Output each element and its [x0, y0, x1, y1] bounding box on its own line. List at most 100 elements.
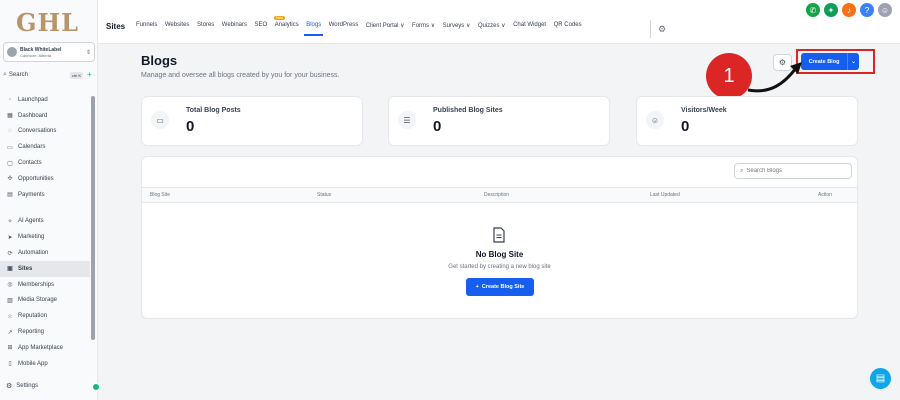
tab-forms[interactable]: Forms ∨	[412, 22, 435, 29]
column-header-last-updated[interactable]: Last Updated	[650, 192, 680, 198]
sidebar-item-ai-agents[interactable]: ✧ AI Agents	[0, 214, 90, 230]
search-blogs-input[interactable]	[746, 168, 837, 174]
tab-client-portal[interactable]: Client Portal ∨	[366, 22, 405, 29]
sidebar-item-reputation[interactable]: ☆ Reputation	[0, 308, 90, 324]
sidebar-item-media-storage[interactable]: ▨ Media Storage	[0, 293, 90, 309]
stat-card-visitors: ☺ Visitors/Week 0	[636, 96, 858, 146]
stat-label: Visitors/Week	[681, 107, 727, 114]
sidebar-item-marketing[interactable]: ➤ Marketing	[0, 229, 90, 245]
create-blog-site-label: Create Blog Site	[481, 284, 525, 290]
search-blogs-field[interactable]: ⌕	[734, 163, 852, 179]
reputation-icon: ☆	[7, 313, 13, 320]
stat-value: 0	[433, 118, 442, 135]
tab-blogs[interactable]: Blogs	[304, 22, 324, 36]
plus-icon: +	[475, 284, 479, 290]
marketing-icon: ➤	[7, 234, 13, 241]
page-subtitle: Manage and oversee all blogs created by …	[141, 72, 340, 79]
tab-wordpress[interactable]: WordPress	[329, 22, 359, 29]
memberships-icon: ◎	[7, 282, 13, 289]
chevron-down-icon[interactable]: ⌄	[847, 53, 859, 70]
tabs-settings-gear-icon[interactable]: ⚙	[658, 24, 668, 34]
empty-state-subtitle: Get started by creating a new blog site	[448, 264, 551, 270]
reporting-icon: ↗	[7, 329, 13, 336]
stat-value: 0	[186, 118, 195, 135]
bell-icon[interactable]: ♪	[842, 3, 856, 17]
column-header-description[interactable]: Description	[484, 192, 509, 198]
section-title: Sites	[106, 22, 126, 31]
sidebar-item-launchpad[interactable]: ◦ Launchpad	[0, 92, 90, 108]
account-location: Canmore, Alberta	[20, 52, 52, 58]
brand-logo[interactable]: GHL	[16, 8, 79, 37]
new-badge: New	[274, 16, 286, 20]
tab-webinars[interactable]: Webinars	[222, 22, 247, 29]
document-icon	[493, 227, 505, 243]
column-header-status[interactable]: Status	[317, 192, 331, 198]
chat-icon: ◌	[8, 128, 12, 135]
create-blog-site-button[interactable]: + Create Blog Site	[466, 278, 534, 296]
search-icon: ⌕	[3, 71, 7, 78]
sidebar-item-automation[interactable]: ⟳ Automation	[0, 245, 90, 261]
sidebar-nav: ◦ Launchpad ▦ Dashboard ◌ Conversations ▭ Ca…	[0, 92, 90, 372]
tab-funnels[interactable]: Funnels	[136, 22, 157, 29]
sidebar-item-calendars[interactable]: ▭ Calendars	[0, 139, 90, 155]
rocket-icon: ◦	[8, 96, 12, 103]
sidebar-item-reporting[interactable]: ↗ Reporting	[0, 324, 90, 340]
status-indicator	[92, 383, 100, 391]
tab-seo[interactable]: SEO	[255, 22, 268, 29]
phone-icon[interactable]: ✆	[806, 3, 820, 17]
tab-stores[interactable]: Stores	[197, 22, 214, 29]
sidebar-item-opportunities[interactable]: ✣ Opportunities	[0, 171, 90, 187]
automation-icon: ⟳	[7, 250, 13, 257]
list-icon: ☰	[398, 111, 416, 129]
chat-support-icon[interactable]: ▤	[870, 368, 891, 389]
tab-analytics[interactable]: Analytics	[275, 22, 299, 29]
sidebar-item-conversations[interactable]: ◌ Conversations	[0, 124, 90, 140]
stat-card-total-posts: ▭ Total Blog Posts 0	[141, 96, 363, 146]
sidebar-item-memberships[interactable]: ◎ Memberships	[0, 277, 90, 293]
sites-icon: ▣	[7, 266, 13, 273]
megaphone-icon[interactable]: ✦	[824, 3, 838, 17]
create-blog-button[interactable]: Create Blog ⌄	[801, 53, 859, 70]
column-header-blog-site[interactable]: Blog Site	[150, 192, 170, 198]
blog-sites-table: ⌕ Blog Site Status Description Last Upda…	[141, 156, 858, 319]
sidebar-item-app-marketplace[interactable]: ⊞ App Marketplace	[0, 340, 90, 356]
payments-icon: ▤	[7, 192, 13, 199]
table-header: Blog Site Status Description Last Update…	[142, 187, 857, 203]
tab-chat-widget[interactable]: Chat Widget	[513, 22, 546, 29]
search-icon: ⌕	[740, 167, 744, 174]
sidebar-scrollbar[interactable]	[91, 96, 95, 340]
empty-state-title: No Blog Site	[475, 250, 524, 259]
sidebar-item-contacts[interactable]: ▢ Contacts	[0, 155, 90, 171]
search-shortcut: ctrl K	[69, 71, 83, 79]
stat-value: 0	[681, 118, 690, 135]
tab-quizzes[interactable]: Quizzes ∨	[478, 22, 506, 29]
calendar-icon: ▭	[151, 111, 169, 129]
contacts-icon: ▢	[7, 160, 13, 167]
sidebar-item-mobile-app[interactable]: ▯ Mobile App	[0, 356, 90, 372]
tab-websites[interactable]: Websites	[165, 22, 190, 29]
sidebar-item-dashboard[interactable]: ▦ Dashboard	[0, 108, 90, 124]
tab-surveys[interactable]: Surveys ∨	[443, 22, 471, 29]
users-icon: ☺	[646, 111, 664, 129]
sidebar-search[interactable]: ⌕ Search ctrl K +	[3, 69, 95, 81]
create-blog-label: Create Blog	[808, 58, 840, 65]
gear-icon: ⚙	[6, 383, 13, 390]
sidebar: GHL Black WhiteLabel Canmore, Alberta ⇕ …	[0, 0, 100, 400]
sidebar-search-label: Search	[8, 72, 28, 78]
account-icon	[7, 47, 17, 57]
header-actions: ✆ ✦ ♪ ? ☺	[806, 3, 892, 17]
top-nav-bar: Sites Funnels Websites Stores Webinars S…	[98, 0, 900, 44]
tab-qr-codes[interactable]: QR Codes	[554, 22, 582, 29]
annotation-arrow-icon	[747, 62, 802, 93]
sidebar-item-payments[interactable]: ▤ Payments	[0, 187, 90, 203]
help-icon[interactable]: ?	[860, 3, 874, 17]
quick-add-icon[interactable]: +	[87, 71, 95, 79]
user-avatar[interactable]: ☺	[878, 3, 892, 17]
account-switcher[interactable]: Black WhiteLabel Canmore, Alberta ⇕	[3, 42, 95, 62]
stat-label: Published Blog Sites	[433, 107, 503, 114]
sidebar-item-sites[interactable]: ▣ Sites	[0, 260, 90, 277]
mobile-icon: ▯	[8, 361, 12, 368]
column-header-action: Action	[818, 192, 832, 198]
sidebar-item-settings[interactable]: ⚙ Settings	[0, 379, 98, 393]
tab-divider	[650, 20, 651, 38]
